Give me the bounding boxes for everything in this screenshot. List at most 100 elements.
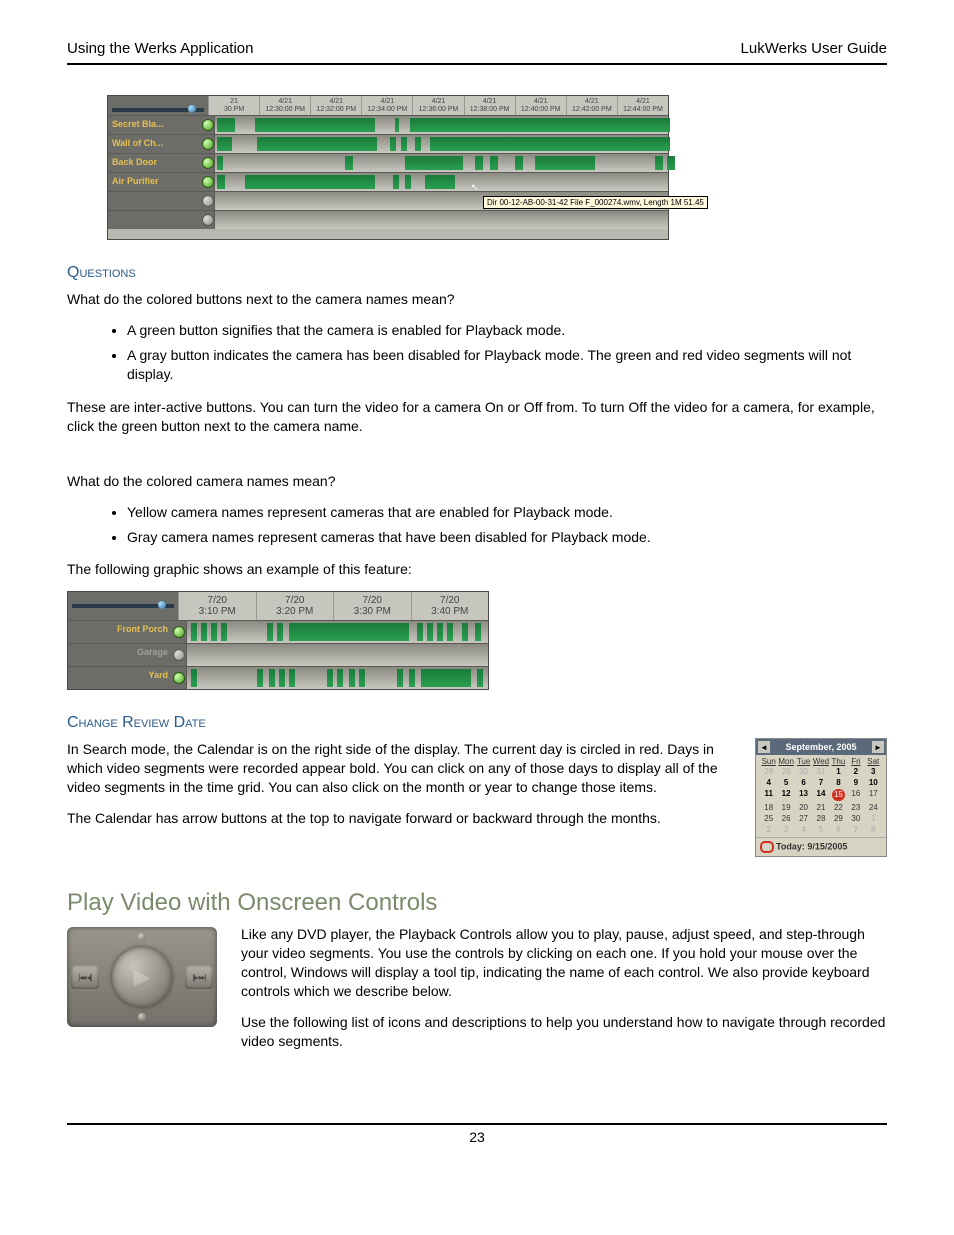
video-segment[interactable] xyxy=(405,156,463,170)
calendar-day[interactable]: 23 xyxy=(847,802,864,813)
timeline-track[interactable] xyxy=(214,135,668,153)
camera-toggle-button[interactable] xyxy=(173,649,185,661)
calendar-day[interactable]: 20 xyxy=(795,802,812,813)
video-segment[interactable] xyxy=(515,156,523,170)
calendar-day[interactable]: 1 xyxy=(865,813,882,824)
video-segment[interactable] xyxy=(410,118,670,132)
calendar-day[interactable]: 2 xyxy=(847,766,864,777)
calendar-day[interactable]: 28 xyxy=(760,766,777,777)
camera-toggle-button[interactable] xyxy=(202,214,214,226)
calendar-day[interactable]: 9 xyxy=(847,777,864,788)
video-segment[interactable] xyxy=(447,623,453,641)
calendar-day[interactable]: 14 xyxy=(812,788,829,802)
play-button[interactable]: ▶ xyxy=(112,947,172,1007)
video-segment[interactable] xyxy=(289,669,295,687)
video-segment[interactable] xyxy=(395,118,399,132)
calendar-day[interactable]: 8 xyxy=(830,777,847,788)
calendar-prev-button[interactable]: ◄ xyxy=(758,741,770,753)
dial-nub-bottom[interactable] xyxy=(138,1013,146,1021)
video-segment[interactable] xyxy=(337,669,343,687)
video-segment[interactable] xyxy=(217,118,235,132)
timeline-track[interactable] xyxy=(186,644,488,666)
video-segment[interactable] xyxy=(345,156,353,170)
video-segment[interactable] xyxy=(490,156,498,170)
calendar-day[interactable]: 1 xyxy=(830,766,847,777)
calendar-day[interactable]: 29 xyxy=(830,813,847,824)
calendar-day[interactable]: 30 xyxy=(795,766,812,777)
video-segment[interactable] xyxy=(477,669,483,687)
video-segment[interactable] xyxy=(201,623,207,641)
video-segment[interactable] xyxy=(415,137,421,151)
camera-toggle-button[interactable] xyxy=(202,138,214,150)
camera-toggle-button[interactable] xyxy=(202,119,214,131)
video-segment[interactable] xyxy=(462,623,468,641)
calendar-day[interactable]: 17 xyxy=(865,788,882,802)
camera-toggle-button[interactable] xyxy=(202,157,214,169)
video-segment[interactable] xyxy=(327,669,333,687)
calendar-day[interactable]: 4 xyxy=(760,777,777,788)
video-segment[interactable] xyxy=(405,175,411,189)
video-segment[interactable] xyxy=(390,137,396,151)
calendar-day[interactable]: 24 xyxy=(865,802,882,813)
timeline-track[interactable] xyxy=(186,621,488,643)
video-segment[interactable] xyxy=(393,175,399,189)
video-segment[interactable] xyxy=(427,623,433,641)
calendar-day[interactable]: 25 xyxy=(760,813,777,824)
video-segment[interactable] xyxy=(421,669,471,687)
calendar-title[interactable]: September, 2005 xyxy=(785,742,856,752)
calendar-day[interactable]: 8 xyxy=(865,824,882,835)
video-segment[interactable] xyxy=(217,137,232,151)
camera-toggle-button[interactable] xyxy=(202,176,214,188)
video-segment[interactable] xyxy=(409,669,415,687)
video-segment[interactable] xyxy=(191,623,197,641)
video-segment[interactable] xyxy=(437,623,443,641)
calendar-day[interactable]: 3 xyxy=(777,824,794,835)
calendar-day[interactable]: 18 xyxy=(760,802,777,813)
dial-nub-top[interactable] xyxy=(138,933,146,941)
calendar-day[interactable]: 21 xyxy=(812,802,829,813)
calendar-day[interactable]: 7 xyxy=(812,777,829,788)
calendar-day[interactable]: 10 xyxy=(865,777,882,788)
calendar-day[interactable]: 15 xyxy=(830,788,847,802)
video-segment[interactable] xyxy=(269,669,275,687)
timeline-track[interactable] xyxy=(186,667,488,689)
calendar-next-button[interactable]: ► xyxy=(872,741,884,753)
calendar-day[interactable]: 19 xyxy=(777,802,794,813)
calendar-day[interactable]: 12 xyxy=(777,788,794,802)
calendar-day[interactable]: 7 xyxy=(847,824,864,835)
video-segment[interactable] xyxy=(245,175,375,189)
calendar-day[interactable]: 2 xyxy=(760,824,777,835)
step-back-button[interactable]: |◂◂ ◂|| xyxy=(71,965,99,989)
video-segment[interactable] xyxy=(667,156,675,170)
calendar-day[interactable]: 5 xyxy=(777,777,794,788)
video-segment[interactable] xyxy=(359,669,365,687)
calendar-day[interactable]: 16 xyxy=(847,788,864,802)
calendar-day[interactable]: 13 xyxy=(795,788,812,802)
video-segment[interactable] xyxy=(397,669,403,687)
video-segment[interactable] xyxy=(425,175,455,189)
calendar-day[interactable]: 31 xyxy=(812,766,829,777)
video-segment[interactable] xyxy=(401,137,407,151)
video-segment[interactable] xyxy=(257,669,263,687)
timeline-track[interactable]: ↖Dir 00-12-AB-00-31-42 File F_000274.wmv… xyxy=(214,192,668,210)
calendar-today-link[interactable]: Today: 9/15/2005 xyxy=(756,837,886,856)
video-segment[interactable] xyxy=(257,137,377,151)
video-segment[interactable] xyxy=(289,623,409,641)
calendar-day[interactable]: 26 xyxy=(777,813,794,824)
calendar-day[interactable]: 22 xyxy=(830,802,847,813)
video-segment[interactable] xyxy=(475,156,483,170)
calendar-day[interactable]: 5 xyxy=(812,824,829,835)
timeline-track[interactable] xyxy=(214,154,668,172)
calendar-day[interactable]: 6 xyxy=(830,824,847,835)
video-segment[interactable] xyxy=(475,623,481,641)
camera-toggle-button[interactable] xyxy=(173,626,185,638)
calendar-day[interactable]: 11 xyxy=(760,788,777,802)
calendar-day[interactable]: 4 xyxy=(795,824,812,835)
timeline-track[interactable] xyxy=(214,173,668,191)
video-segment[interactable] xyxy=(211,623,217,641)
calendar-day[interactable]: 28 xyxy=(812,813,829,824)
video-segment[interactable] xyxy=(277,623,283,641)
video-segment[interactable] xyxy=(279,669,285,687)
timeline-scrollbar[interactable] xyxy=(208,229,668,239)
video-segment[interactable] xyxy=(217,175,225,189)
